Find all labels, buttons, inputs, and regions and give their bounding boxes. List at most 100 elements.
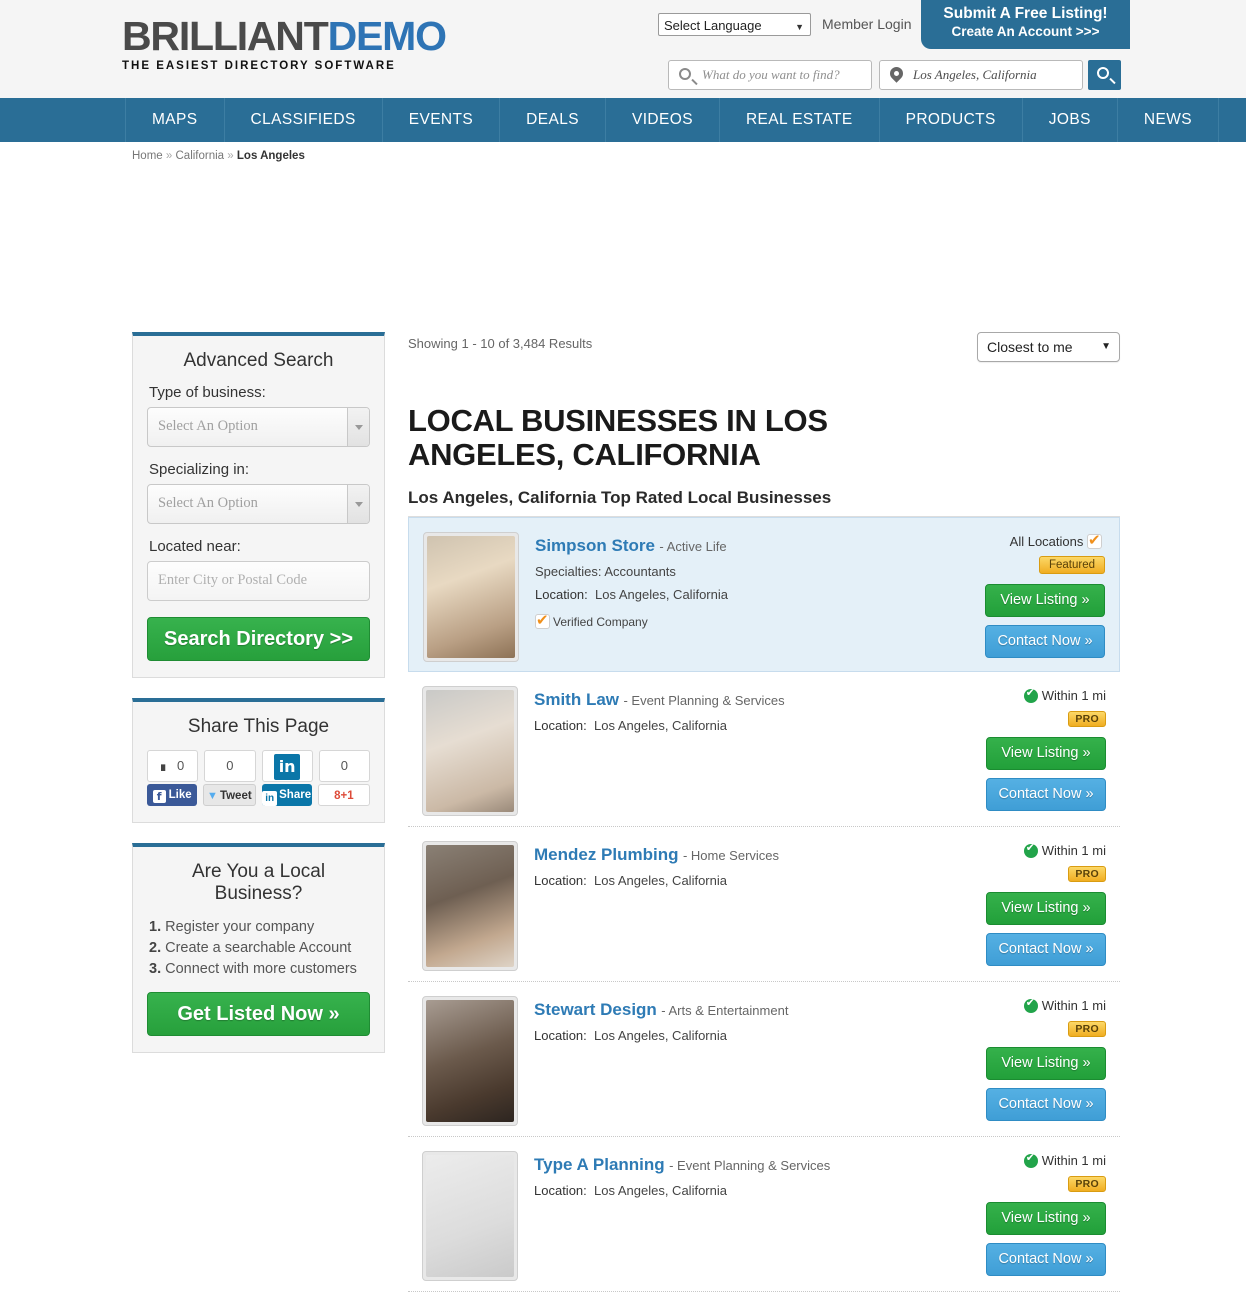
location-value: Los Angeles, California — [594, 1183, 727, 1198]
search-input[interactable]: What do you want to find? — [668, 60, 872, 90]
listing-distance: Within 1 mi — [924, 1151, 1106, 1168]
contact-now-button[interactable]: Contact Now » — [986, 1243, 1106, 1276]
search-submit-button[interactable] — [1088, 60, 1121, 90]
sort-select[interactable]: Closest to me ▼ — [977, 332, 1120, 362]
listing-card[interactable]: Stewart Design - Arts & Entertainment Lo… — [408, 982, 1120, 1137]
specializing-in-select[interactable]: Select An Option — [147, 484, 370, 524]
member-login-link[interactable]: Member Login — [822, 16, 912, 32]
specializing-in-value: Select An Option — [158, 495, 258, 511]
breadcrumb-city: Los Angeles — [236, 150, 305, 162]
linkedin-share-button[interactable]: in Share — [261, 784, 312, 806]
search-input-placeholder: What do you want to find? — [702, 67, 840, 82]
local-business-steps: 1. Register your company 2. Create a sea… — [149, 917, 370, 980]
location-pin-icon — [887, 64, 906, 83]
local-business-title: Are You a Local Business? — [191, 861, 326, 904]
specializing-in-label: Specializing in: — [149, 461, 250, 478]
nav-item-deals[interactable]: DEALS — [500, 98, 606, 142]
facebook-icon: f — [152, 790, 166, 803]
listing-distance: Within 1 mi — [924, 996, 1106, 1013]
location-input[interactable]: Los Angeles, California — [879, 60, 1083, 90]
nav-item-real-estate[interactable]: REAL ESTATE — [720, 98, 880, 142]
distance-check-icon — [1023, 841, 1038, 858]
breadcrumb: Home » California » Los Angeles — [0, 142, 1246, 162]
listing-card[interactable]: Smith Law - Event Planning & Services Lo… — [408, 672, 1120, 827]
listing-title[interactable]: Simpson Store — [535, 536, 655, 555]
nav-item-videos[interactable]: VIDEOS — [606, 98, 720, 142]
distance-check-icon — [1023, 1151, 1038, 1168]
avatar — [426, 690, 514, 812]
nav-item-products[interactable]: PRODUCTS — [880, 98, 1023, 142]
avatar — [426, 845, 514, 967]
listing-card[interactable]: Mendez Plumbing - Home Services Location… — [408, 827, 1120, 982]
distance-check-icon — [1023, 996, 1038, 1013]
search-directory-button[interactable]: Search Directory >> — [147, 617, 370, 661]
view-listing-button[interactable]: View Listing » — [986, 737, 1106, 770]
nav-item-events[interactable]: EVENTS — [383, 98, 501, 142]
google-plus-button[interactable]: 8+1 — [317, 784, 370, 806]
listing-thumbnail[interactable] — [422, 686, 518, 816]
distance-label: Within 1 mi — [1041, 1153, 1106, 1168]
listing-thumbnail[interactable] — [422, 996, 518, 1126]
located-near-input[interactable]: Enter City or Postal Code — [147, 561, 370, 601]
listing-thumbnail[interactable] — [422, 841, 518, 971]
breadcrumb-separator: » — [227, 150, 234, 162]
linkedin-count-box: in — [261, 750, 313, 782]
cta-line-2: Create An Account >>> — [951, 24, 1100, 39]
contact-now-button[interactable]: Contact Now » — [986, 933, 1106, 966]
view-listing-button[interactable]: View Listing » — [985, 584, 1105, 617]
listing-thumbnail[interactable] — [423, 532, 519, 662]
nav-item-jobs[interactable]: JOBS — [1023, 98, 1118, 142]
listing-title[interactable]: Smith Law — [534, 690, 619, 709]
listing-distance: All Locations — [923, 531, 1105, 549]
language-select[interactable]: Select Language ▼ — [658, 13, 811, 36]
listing-title[interactable]: Stewart Design — [534, 1000, 657, 1019]
listing-category: - Home Services — [682, 848, 780, 863]
distance-label: All Locations — [1009, 534, 1084, 549]
nav-item-classifieds[interactable]: CLASSIFIEDS — [225, 98, 383, 142]
facebook-like-button[interactable]: f Like — [147, 784, 198, 806]
nav-item-maps[interactable]: MAPS — [125, 98, 225, 142]
facebook-count: 0 — [177, 758, 185, 773]
contact-now-button[interactable]: Contact Now » — [986, 1088, 1106, 1121]
listing-thumbnail[interactable] — [422, 1151, 518, 1281]
linkedin-share-label: Share — [279, 789, 312, 801]
nav-item-news[interactable]: NEWS — [1118, 98, 1219, 142]
listing-category: - Event Planning & Services — [669, 1158, 831, 1173]
breadcrumb-home[interactable]: Home — [132, 150, 163, 162]
located-near-label: Located near: — [149, 538, 241, 555]
avatar — [426, 1155, 514, 1277]
status-badge: Featured — [1038, 556, 1105, 574]
contact-now-button[interactable]: Contact Now » — [986, 778, 1106, 811]
view-listing-button[interactable]: View Listing » — [986, 892, 1106, 925]
listing-actions: Within 1 mi PRO View Listing » Contact N… — [924, 996, 1106, 1121]
contact-now-button[interactable]: Contact Now » — [985, 625, 1105, 658]
listing-title[interactable]: Mendez Plumbing — [534, 845, 679, 864]
submit-listing-cta[interactable]: Submit A Free Listing! Create An Account… — [921, 0, 1130, 49]
site-logo[interactable]: BRILLIANTDEMO THE EASIEST DIRECTORY SOFT… — [122, 13, 447, 73]
listing-card-featured[interactable]: Simpson Store - Active Life Specialties:… — [408, 517, 1120, 672]
twitter-tweet-label: Tweet — [219, 790, 252, 802]
get-listed-now-button[interactable]: Get Listed Now » — [147, 992, 370, 1036]
page-title: LOCAL BUSINESSES IN LOS ANGELES, CALIFOR… — [408, 403, 828, 472]
listing-title[interactable]: Type A Planning — [534, 1155, 665, 1174]
location-value: Los Angeles, California — [594, 1028, 727, 1043]
step-text: Connect with more customers — [165, 961, 357, 977]
view-listing-button[interactable]: View Listing » — [986, 1202, 1106, 1235]
share-button-row: f Like ▼ Tweet in Share 8+1 — [147, 784, 370, 806]
local-business-panel: Are You a Local Business? 1. Register yo… — [132, 843, 385, 1053]
breadcrumb-state[interactable]: California — [176, 150, 225, 162]
list-item: 3. Connect with more customers — [149, 959, 370, 980]
view-listing-button[interactable]: View Listing » — [986, 1047, 1106, 1080]
logo-secondary: DEMO — [327, 13, 447, 59]
listing-card[interactable]: Type A Planning - Event Planning & Servi… — [408, 1137, 1120, 1292]
twitter-tweet-button[interactable]: ▼ Tweet — [203, 784, 256, 806]
status-badge: PRO — [1068, 1021, 1106, 1037]
distance-check-icon — [1023, 686, 1038, 703]
distance-label: Within 1 mi — [1041, 688, 1106, 703]
type-of-business-select[interactable]: Select An Option — [147, 407, 370, 447]
location-value: Los Angeles, California — [595, 587, 728, 602]
step-number: 1. — [149, 919, 162, 935]
chevron-down-icon: ▼ — [795, 22, 804, 32]
sort-select-value: Closest to me — [987, 339, 1073, 355]
breadcrumb-separator: » — [165, 150, 173, 162]
